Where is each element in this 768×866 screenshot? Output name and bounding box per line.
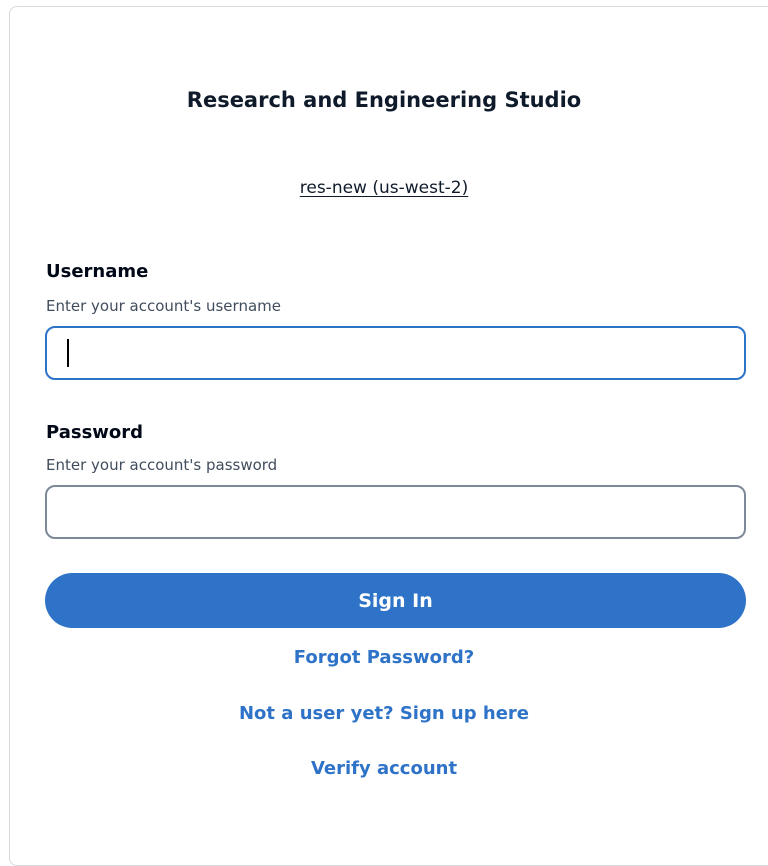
- environment-link-container: res-new (us-west-2): [0, 178, 768, 198]
- environment-link[interactable]: res-new (us-west-2): [300, 178, 468, 198]
- sign-up-link[interactable]: Not a user yet? Sign up here: [0, 703, 768, 724]
- verify-account-link[interactable]: Verify account: [0, 758, 768, 779]
- text-cursor: [67, 339, 69, 367]
- password-label: Password: [46, 422, 144, 443]
- app-title: Research and Engineering Studio: [186, 88, 582, 112]
- forgot-password-link[interactable]: Forgot Password?: [0, 647, 768, 668]
- password-description: Enter your account's password: [46, 456, 278, 474]
- password-input[interactable]: [45, 485, 746, 539]
- username-description: Enter your account's username: [46, 297, 281, 315]
- username-input[interactable]: [45, 326, 746, 380]
- username-label: Username: [46, 261, 149, 282]
- sign-in-button[interactable]: Sign In: [45, 573, 746, 628]
